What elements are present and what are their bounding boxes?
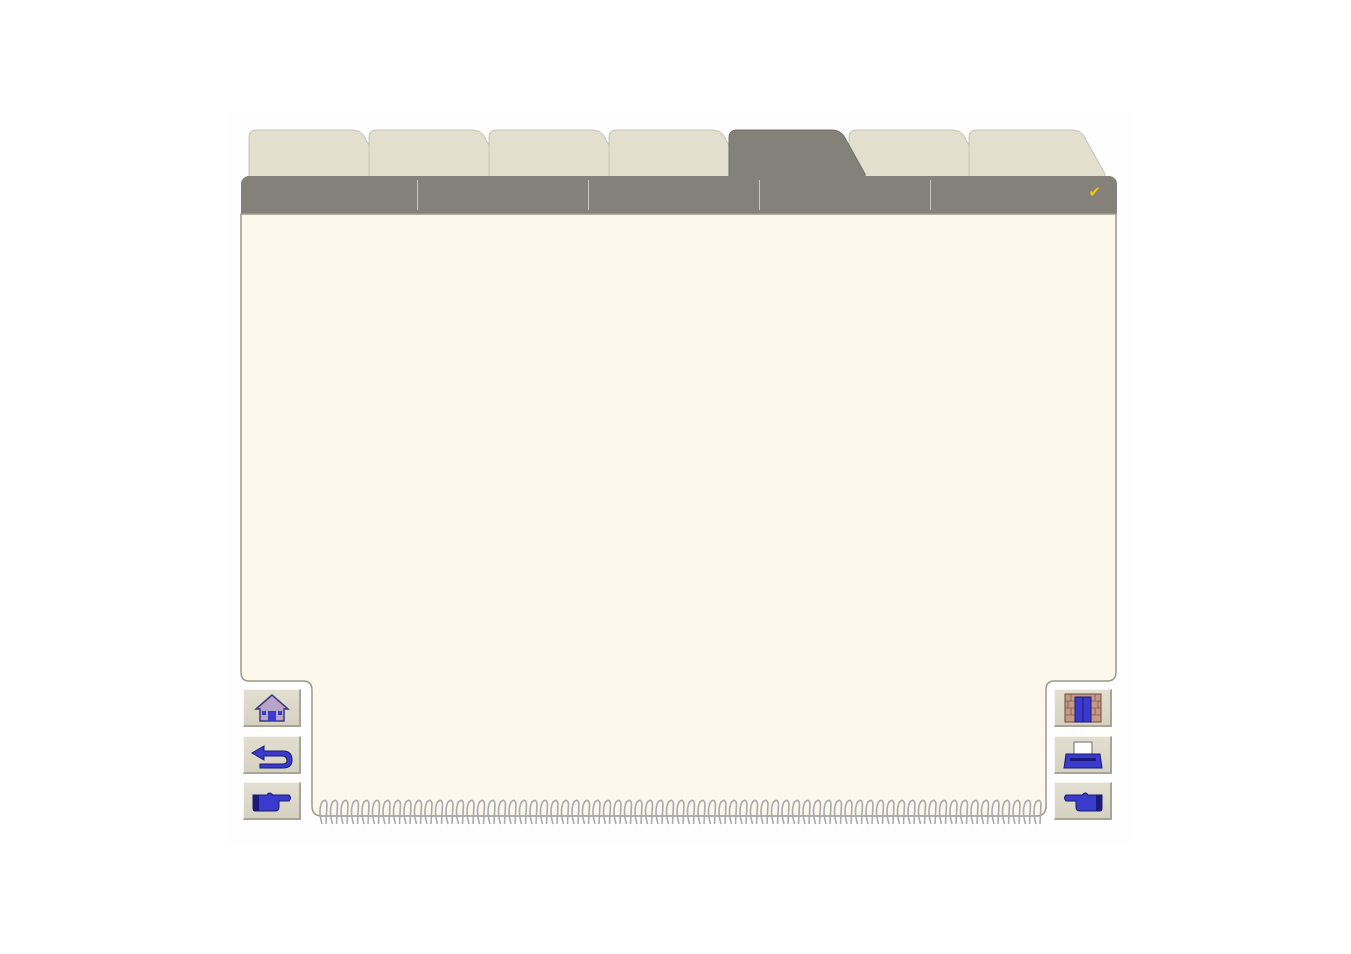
spiral-loop (739, 799, 748, 825)
spiral-loop (686, 799, 696, 825)
spiral-loop (844, 799, 853, 825)
spiral-loop (329, 799, 339, 825)
spiral-loop (361, 799, 370, 825)
printer-icon (1062, 741, 1103, 768)
spiral-loop (886, 799, 895, 825)
spiral-loop (371, 799, 381, 825)
spiral-loop (623, 799, 633, 825)
spiral-loop (865, 799, 874, 825)
spiral-loop (424, 799, 433, 825)
spiral-loop (1022, 799, 1032, 825)
home-icon (253, 693, 290, 722)
home-button[interactable] (243, 689, 301, 727)
spiral-loop (875, 799, 885, 825)
spiral-loop (823, 799, 832, 825)
spiral-loop (403, 799, 412, 825)
back-button[interactable] (243, 736, 301, 774)
spiral-loop (907, 799, 916, 825)
exit-button[interactable] (1054, 689, 1112, 727)
print-button[interactable] (1054, 736, 1112, 774)
spiral-loop (340, 799, 349, 825)
spiral-loop (676, 799, 685, 825)
spiral-loop (581, 799, 591, 825)
spiral-loop (602, 799, 612, 825)
spiral-loop (791, 799, 801, 825)
spiral-loop (644, 799, 654, 825)
spiral-loop (382, 799, 391, 825)
spiral-loop (539, 799, 549, 825)
spiral-loop (1001, 799, 1011, 825)
spiral-loop (445, 799, 454, 825)
spiral-loop (697, 799, 706, 825)
pointing-hand-left-icon (1063, 792, 1102, 811)
spiral-binding (319, 799, 1042, 825)
spiral-loop (938, 799, 948, 825)
back-arrow-icon (250, 744, 293, 768)
spiral-loop (497, 799, 507, 825)
spiral-loop (707, 799, 717, 825)
spiral-loop (392, 799, 402, 825)
spiral-loop (613, 799, 622, 825)
spiral-loop (970, 799, 979, 825)
spiral-loop (760, 799, 769, 825)
spiral-loop (980, 799, 990, 825)
spiral-loop (949, 799, 958, 825)
spiral-loop (991, 799, 1000, 825)
spiral-loop (476, 799, 486, 825)
spiral-loop (529, 799, 538, 825)
exit-door-icon (1064, 693, 1101, 722)
spiral-loop (571, 799, 580, 825)
pointing-hand-icon (252, 792, 291, 811)
spiral-loop (781, 799, 790, 825)
spiral-loop (487, 799, 496, 825)
spiral-loop (812, 799, 822, 825)
spiral-loop (718, 799, 727, 825)
spiral-loop (896, 799, 906, 825)
spiral-loop (928, 799, 937, 825)
spiral-loop (665, 799, 675, 825)
spiral-loop (550, 799, 559, 825)
next-page-button[interactable] (243, 782, 301, 820)
spiral-loop (518, 799, 528, 825)
spiral-loop (749, 799, 759, 825)
spiral-loop (634, 799, 643, 825)
spiral-loop (917, 799, 927, 825)
spiral-loop (770, 799, 780, 825)
spiral-loop (728, 799, 738, 825)
spiral-loop (854, 799, 864, 825)
spiral-loop (508, 799, 517, 825)
binder-window: ✔ (0, 0, 1351, 954)
spiral-loop (655, 799, 664, 825)
spiral-loop (350, 799, 360, 825)
spiral-loop (560, 799, 570, 825)
spiral-loop (1033, 799, 1042, 825)
spiral-loop (455, 799, 465, 825)
previous-page-button[interactable] (1054, 782, 1112, 820)
spiral-loop (319, 799, 328, 825)
spiral-loop (802, 799, 811, 825)
spiral-loop (434, 799, 444, 825)
spiral-loop (1012, 799, 1021, 825)
spiral-loop (413, 799, 423, 825)
spiral-loop (466, 799, 475, 825)
spiral-loop (959, 799, 969, 825)
spiral-loop (833, 799, 843, 825)
spiral-loop (592, 799, 601, 825)
